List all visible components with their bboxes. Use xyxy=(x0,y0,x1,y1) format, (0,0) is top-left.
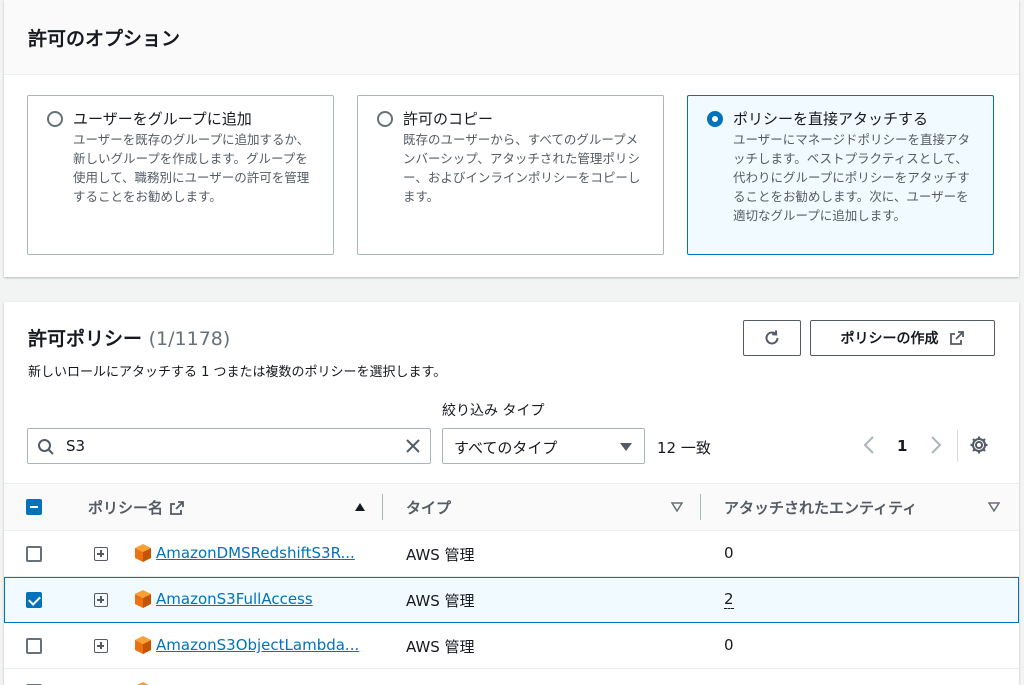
option-title: ポリシーを直接アタッチする xyxy=(733,110,929,128)
match-count: 12 一致 xyxy=(657,439,711,457)
external-link-icon xyxy=(949,331,964,345)
column-header-policy-name[interactable]: ポリシー名 xyxy=(88,497,185,518)
table-row-selected[interactable]: AmazonS3FullAccess AWS 管理 2 xyxy=(4,577,1019,623)
policy-type: AWS 管理 xyxy=(406,546,475,564)
row-checkbox[interactable] xyxy=(26,546,42,562)
cube-icon xyxy=(135,636,151,654)
table-row[interactable]: AmazonDMSRedshiftS3R... AWS 管理 0 xyxy=(4,531,1019,577)
radio-button-selected[interactable] xyxy=(707,111,723,127)
expand-icon[interactable] xyxy=(94,639,108,653)
type-select-value: すべてのタイプ xyxy=(454,439,558,457)
search-value[interactable]: S3 xyxy=(66,437,85,455)
attached-entities: 0 xyxy=(724,544,734,562)
policies-count: (1/1178) xyxy=(148,328,231,350)
current-page[interactable]: 1 xyxy=(897,437,907,455)
cube-icon xyxy=(137,682,149,685)
close-icon[interactable] xyxy=(404,437,422,455)
option-description: 既存のユーザーから、すべてのグループメンバーシップ、アタッチされた管理ポリシー、… xyxy=(403,132,641,204)
expand-icon[interactable] xyxy=(94,593,108,607)
policy-name-link[interactable]: AmazonS3ObjectLambda... xyxy=(156,636,359,654)
panel-header: 許可のオプション xyxy=(4,0,1019,75)
divider xyxy=(957,430,958,462)
refresh-button[interactable] xyxy=(743,320,801,356)
gear-icon[interactable] xyxy=(969,435,989,455)
row-checkbox[interactable] xyxy=(26,638,42,654)
sort-icon[interactable] xyxy=(988,502,1000,512)
refresh-icon xyxy=(765,330,779,345)
radio-button[interactable] xyxy=(377,111,393,127)
table-row[interactable]: AmazonS3ObjectLambda... AWS 管理 0 xyxy=(4,623,1019,669)
attached-entities: 0 xyxy=(724,636,734,654)
row-checkbox[interactable] xyxy=(26,592,42,608)
column-header-attached-entities[interactable]: アタッチされたエンティティ xyxy=(724,497,917,518)
type-filter-select[interactable]: すべてのタイプ xyxy=(442,428,645,464)
policies-title: 許可ポリシー (1/1178) xyxy=(28,324,230,351)
sort-ascending-icon[interactable] xyxy=(354,502,366,512)
cube-icon xyxy=(135,544,151,562)
option-attach-policies-directly[interactable]: ポリシーを直接アタッチする ユーザーにマネージドポリシーを直接アタッチします。ベ… xyxy=(687,95,994,255)
option-description: ユーザーを既存のグループに追加するか、新しいグループを作成します。グループを使用… xyxy=(73,132,310,204)
chevron-right-icon[interactable] xyxy=(929,435,943,455)
search-icon xyxy=(38,439,54,455)
select-all-checkbox[interactable] xyxy=(26,499,42,515)
option-title: 許可のコピー xyxy=(403,110,494,128)
panel-title: 許可のオプション xyxy=(28,28,181,50)
external-link-icon xyxy=(170,500,184,515)
table-row[interactable]: AWS 管理 xyxy=(4,669,1019,685)
policy-name-link[interactable]: AmazonS3FullAccess xyxy=(156,590,313,608)
policy-type: AWS 管理 xyxy=(406,592,475,610)
permission-options-panel: 許可のオプション ユーザーをグループに追加 ユーザーを既存のグループに追加するか… xyxy=(4,0,1019,277)
option-title: ユーザーをグループに追加 xyxy=(73,110,252,128)
policies-description: 新しいロールにアタッチする 1 つまたは複数のポリシーを選択します。 xyxy=(28,365,447,380)
policies-title-text: 許可ポリシー xyxy=(28,328,143,350)
option-description: ユーザーにマネージドポリシーを直接アタッチします。ベストプラクティスとして、代わ… xyxy=(733,132,971,223)
search-input[interactable]: S3 xyxy=(27,428,431,464)
create-policy-label: ポリシーの作成 xyxy=(840,331,939,347)
column-label: ポリシー名 xyxy=(88,499,164,517)
filter-type-label: 絞り込み タイプ xyxy=(442,403,545,419)
chevron-left-icon[interactable] xyxy=(862,435,876,455)
create-policy-button[interactable]: ポリシーの作成 xyxy=(810,320,995,356)
attached-entities[interactable]: 2 xyxy=(724,590,734,609)
radio-button[interactable] xyxy=(47,111,63,127)
cube-icon xyxy=(135,590,151,608)
column-divider xyxy=(700,494,701,520)
table-header: ポリシー名 タイプ アタッチされたエンティティ xyxy=(4,483,1019,531)
policy-type: AWS 管理 xyxy=(406,638,475,656)
permission-policies-panel: 許可ポリシー (1/1178) 新しいロールにアタッチする 1 つまたは複数のポ… xyxy=(4,302,1019,685)
expand-icon[interactable] xyxy=(94,547,108,561)
option-add-to-group[interactable]: ユーザーをグループに追加 ユーザーを既存のグループに追加するか、新しいグループを… xyxy=(27,95,334,255)
option-copy-permissions[interactable]: 許可のコピー 既存のユーザーから、すべてのグループメンバーシップ、アタッチされた… xyxy=(357,95,664,255)
caret-down-icon xyxy=(620,443,632,451)
column-divider xyxy=(382,494,383,520)
policy-name-link[interactable]: AmazonDMSRedshiftS3R... xyxy=(156,544,355,562)
column-header-type[interactable]: タイプ xyxy=(406,497,451,518)
sort-icon[interactable] xyxy=(671,502,683,512)
